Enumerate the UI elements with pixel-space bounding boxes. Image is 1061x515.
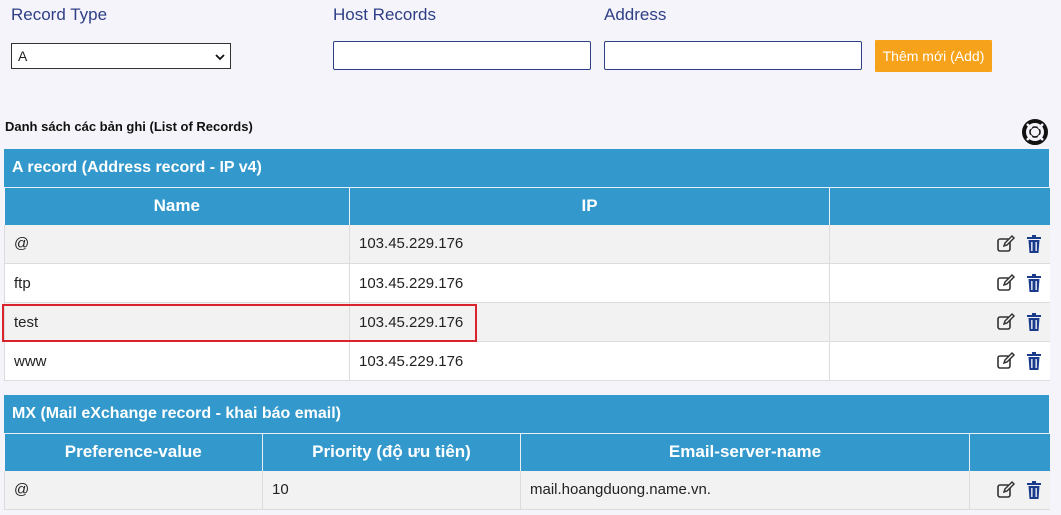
row-actions xyxy=(829,224,1050,264)
trash-icon[interactable] xyxy=(1024,312,1044,332)
record-name: test xyxy=(4,302,350,342)
record-ip: 103.45.229.176 xyxy=(349,341,830,381)
a-record-panel: A record (Address record - IP v4) Name I… xyxy=(4,149,1050,381)
edit-icon[interactable] xyxy=(996,312,1016,332)
column-header-name: Name xyxy=(4,187,350,225)
record-ip: 103.45.229.176 xyxy=(349,302,830,342)
lifebuoy-icon[interactable] xyxy=(1021,118,1049,146)
chevron-down-icon xyxy=(215,54,225,61)
record-type-value: A xyxy=(18,48,28,64)
address-label: Address xyxy=(604,5,667,24)
trash-icon[interactable] xyxy=(1024,234,1044,254)
edit-icon[interactable] xyxy=(996,234,1016,254)
edit-icon[interactable] xyxy=(996,351,1016,371)
record-ip: 103.45.229.176 xyxy=(349,224,830,264)
column-header-email-server: Email-server-name xyxy=(520,433,970,471)
row-actions xyxy=(829,341,1050,381)
table-row: @ 103.45.229.176 xyxy=(4,224,1050,264)
add-button[interactable]: Thêm mới (Add) xyxy=(875,40,992,72)
edit-icon[interactable] xyxy=(996,480,1016,500)
host-records-label: Host Records xyxy=(333,5,436,24)
table-row: @ 10 mail.hoangduong.name.vn. xyxy=(4,470,1050,510)
a-record-title: A record (Address record - IP v4) xyxy=(4,149,1049,187)
column-header-preference: Preference-value xyxy=(4,433,263,471)
mx-record-panel: MX (Mail eXchange record - khai báo emai… xyxy=(4,395,1050,510)
trash-icon[interactable] xyxy=(1024,351,1044,371)
column-header-priority: Priority (độ ưu tiên) xyxy=(262,433,521,471)
column-header-actions xyxy=(829,187,1050,225)
column-header-actions xyxy=(969,433,1050,471)
table-row: www 103.45.229.176 xyxy=(4,341,1050,381)
mx-server: mail.hoangduong.name.vn. xyxy=(520,470,970,510)
record-name: www xyxy=(4,341,350,381)
address-input[interactable] xyxy=(604,41,862,70)
row-actions xyxy=(829,263,1050,303)
table-row: test 103.45.229.176 xyxy=(4,302,1050,342)
a-record-table: Name IP @ 103.45.229.176 ftp 103.45.229.… xyxy=(4,187,1050,381)
column-header-ip: IP xyxy=(349,187,830,225)
record-ip: 103.45.229.176 xyxy=(349,263,830,303)
list-title: Danh sách các bản ghi (List of Records) xyxy=(5,119,253,134)
record-type-select[interactable]: A xyxy=(11,43,231,69)
mx-record-title: MX (Mail eXchange record - khai báo emai… xyxy=(4,395,1049,433)
mx-preference: @ xyxy=(4,470,263,510)
row-actions xyxy=(829,302,1050,342)
row-actions xyxy=(969,470,1050,510)
mx-record-table: Preference-value Priority (độ ưu tiên) E… xyxy=(4,433,1050,510)
edit-icon[interactable] xyxy=(996,273,1016,293)
record-name: @ xyxy=(4,224,350,264)
table-row: ftp 103.45.229.176 xyxy=(4,263,1050,303)
trash-icon[interactable] xyxy=(1024,480,1044,500)
host-records-input[interactable] xyxy=(333,41,591,70)
record-name: ftp xyxy=(4,263,350,303)
record-type-label: Record Type xyxy=(11,5,108,24)
trash-icon[interactable] xyxy=(1024,273,1044,293)
mx-priority: 10 xyxy=(262,470,521,510)
